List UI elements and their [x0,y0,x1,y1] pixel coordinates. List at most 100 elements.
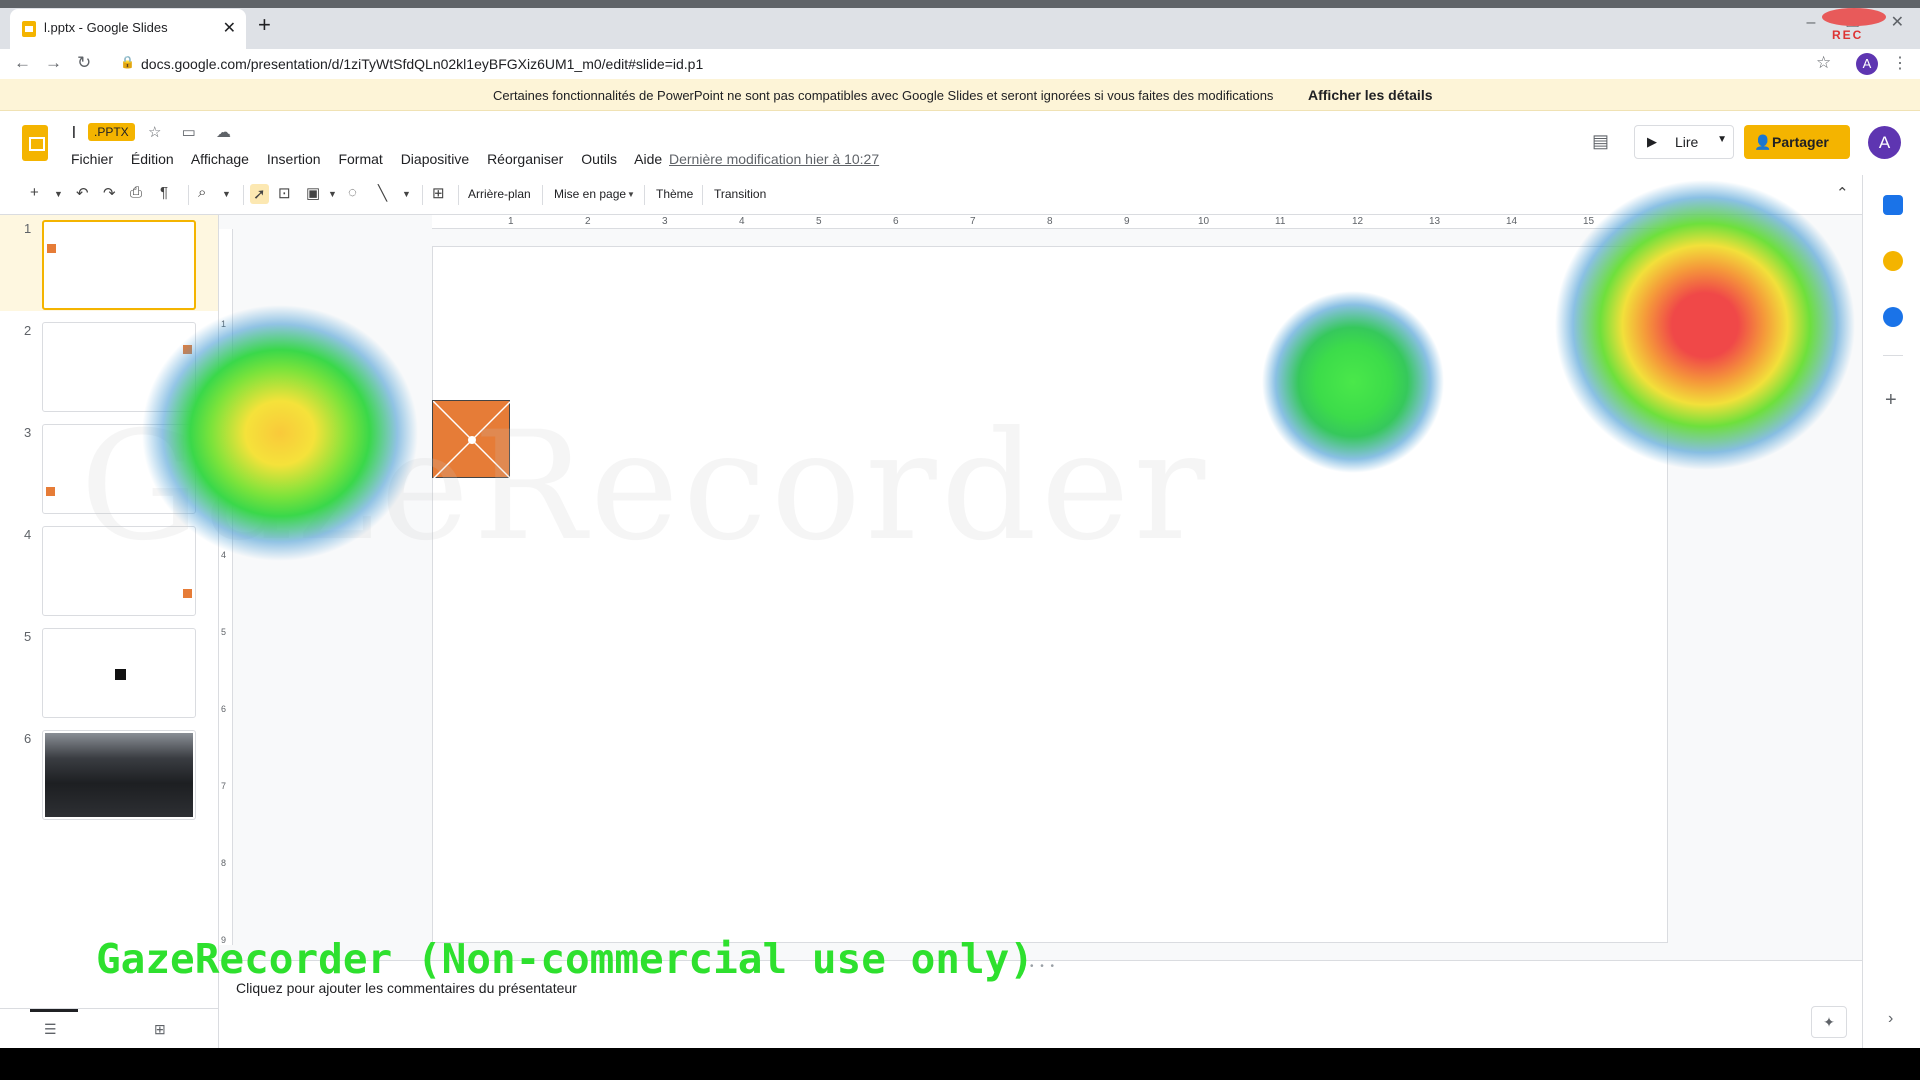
menu-edition[interactable]: Édition [131,151,174,167]
file-type-badge: .PPTX [88,123,135,141]
slide-thumbnail[interactable]: 5 [0,623,218,719]
ruler-tick: 5 [221,627,227,637]
explore-icon[interactable]: ✦ [1811,1006,1847,1038]
layout-dropdown-icon[interactable]: ▼ [627,190,635,199]
layout-button[interactable]: Mise en page [554,187,626,201]
menu-fichier[interactable]: Fichier [71,151,113,167]
reload-icon[interactable]: ↻ [77,53,91,73]
star-icon[interactable]: ☆ [148,124,161,141]
theme-button[interactable]: Thème [656,187,693,201]
shape-marker [47,244,56,253]
zoom-icon[interactable]: ⌕ [198,184,206,201]
ruler-tick: 7 [970,216,976,227]
slide-thumbnail[interactable]: 1 [0,215,218,311]
paint-format-icon[interactable]: ¶ [160,184,168,201]
image-dropdown-icon[interactable]: ▼ [328,189,337,199]
forward-icon[interactable]: → [45,53,62,73]
menu-diapositive[interactable]: Diapositive [401,151,469,167]
transition-button[interactable]: Transition [714,187,766,201]
filmstrip-view-icon[interactable]: ☰ [44,1021,57,1038]
menu-outils[interactable]: Outils [581,151,617,167]
new-slide-icon[interactable]: + [30,184,39,201]
toolbar-divider [422,185,423,205]
details-link[interactable]: Afficher les détails [1308,87,1433,103]
slide-thumbnail[interactable]: 2 [0,317,218,413]
bookmark-star-icon[interactable]: ☆ [1816,53,1831,73]
grid-view-icon[interactable]: ⊞ [154,1021,166,1038]
new-tab-button[interactable]: + [258,12,271,38]
back-icon[interactable]: ← [14,53,31,73]
add-comment-icon[interactable]: ⊞ [432,184,445,202]
slides-logo-icon[interactable] [22,125,48,161]
menu-bar: Fichier Édition Affichage Insertion Form… [71,151,676,167]
last-modified-link[interactable]: Dernière modification hier à 10:27 [669,151,879,167]
print-icon[interactable]: ⎙ [130,184,142,201]
url-input[interactable]: docs.google.com/presentation/d/1ziTyWtSf… [141,56,703,72]
shape-icon[interactable]: ◌ [348,184,357,201]
ruler-tick: 10 [1198,216,1210,227]
slide-thumbnail[interactable]: 6 [0,725,218,821]
comments-icon[interactable]: ▤ [1592,131,1609,152]
minimize-icon[interactable]: – [1806,14,1815,31]
slide-canvas[interactable] [432,246,1668,943]
account-avatar[interactable]: A [1868,126,1901,159]
ruler-tick: 8 [221,858,227,868]
tab-close-icon[interactable]: ✕ [223,18,236,38]
gazerecorder-banner: GazeRecorder (Non-commercial use only) [96,935,1034,983]
menu-insertion[interactable]: Insertion [267,151,321,167]
cloud-status-icon[interactable]: ☁ [216,124,231,141]
calendar-icon[interactable] [1883,195,1903,215]
slide-preview[interactable] [42,730,196,820]
vertical-ruler: 1 2 3 4 5 6 7 8 9 [219,229,233,945]
toolbar-divider [542,185,543,205]
slide-preview[interactable] [42,628,196,718]
redo-icon[interactable]: ↷ [103,184,116,202]
text-box-icon[interactable]: ⊡ [278,184,291,202]
slide-number: 1 [24,221,32,236]
app-header: l .PPTX ☆ ▭ ☁ Fichier Édition Affichage … [0,111,1920,175]
menu-format[interactable]: Format [338,151,382,167]
select-cursor-icon[interactable]: ➚ [250,184,269,204]
undo-icon[interactable]: ↶ [76,184,89,202]
menu-affichage[interactable]: Affichage [191,151,249,167]
rec-dot-icon [1822,8,1886,26]
background-button[interactable]: Arrière-plan [468,187,531,201]
title-actions: ☆ ▭ ☁ [148,123,247,141]
image-icon[interactable]: ▣ [306,184,320,202]
toolbar: + ▼ ↶ ↷ ⎙ ¶ ⌕ ▼ ➚ ⊡ ▣ ▼ ◌ ╲ ▼ ⊞ Arrière-… [0,175,1862,215]
move-folder-icon[interactable]: ▭ [182,124,196,141]
close-window-icon[interactable]: ✕ [1891,14,1904,31]
ruler-tick: 8 [1047,216,1053,227]
zoom-dropdown-icon[interactable]: ▼ [222,189,231,199]
tasks-icon[interactable] [1883,307,1903,327]
keep-icon[interactable] [1883,251,1903,271]
slide-preview[interactable] [42,220,196,310]
browser-tabstrip [0,0,1920,49]
view-toggle: ☰ ⊞ [0,1008,218,1048]
slide-preview[interactable] [42,322,196,412]
present-button[interactable]: ▶ Lire ▼ [1634,125,1734,159]
line-dropdown-icon[interactable]: ▼ [402,189,411,199]
side-panel: + [1862,175,1920,1048]
slide-number: 3 [24,425,32,440]
doc-title[interactable]: l [72,123,76,143]
add-addon-icon[interactable]: + [1885,389,1897,412]
share-label: Partager [1772,134,1829,150]
chevron-down-icon[interactable]: ▼ [1717,134,1727,145]
menu-reorganiser[interactable]: Réorganiser [487,151,563,167]
chevron-right-icon[interactable]: › [1888,1010,1893,1028]
share-button[interactable]: 👤 Partager [1744,125,1850,159]
new-slide-dropdown-icon[interactable]: ▼ [54,189,63,199]
slide-filmstrip: 1 2 3 4 5 6 [0,215,219,1048]
ruler-tick: 3 [662,216,668,227]
ruler-tick: 2 [585,216,591,227]
line-icon[interactable]: ╲ [378,184,387,202]
menu-aide[interactable]: Aide [634,151,662,167]
browser-menu-icon[interactable]: ⋮ [1892,53,1908,73]
lock-icon[interactable]: 🔒 [120,55,135,69]
active-view-indicator [30,1009,78,1012]
collapse-toolbar-icon[interactable]: ⌃ [1836,184,1849,202]
profile-avatar[interactable]: A [1856,53,1878,75]
browser-tab[interactable]: l.pptx - Google Slides ✕ [10,9,246,49]
ruler-tick: 5 [816,216,822,227]
